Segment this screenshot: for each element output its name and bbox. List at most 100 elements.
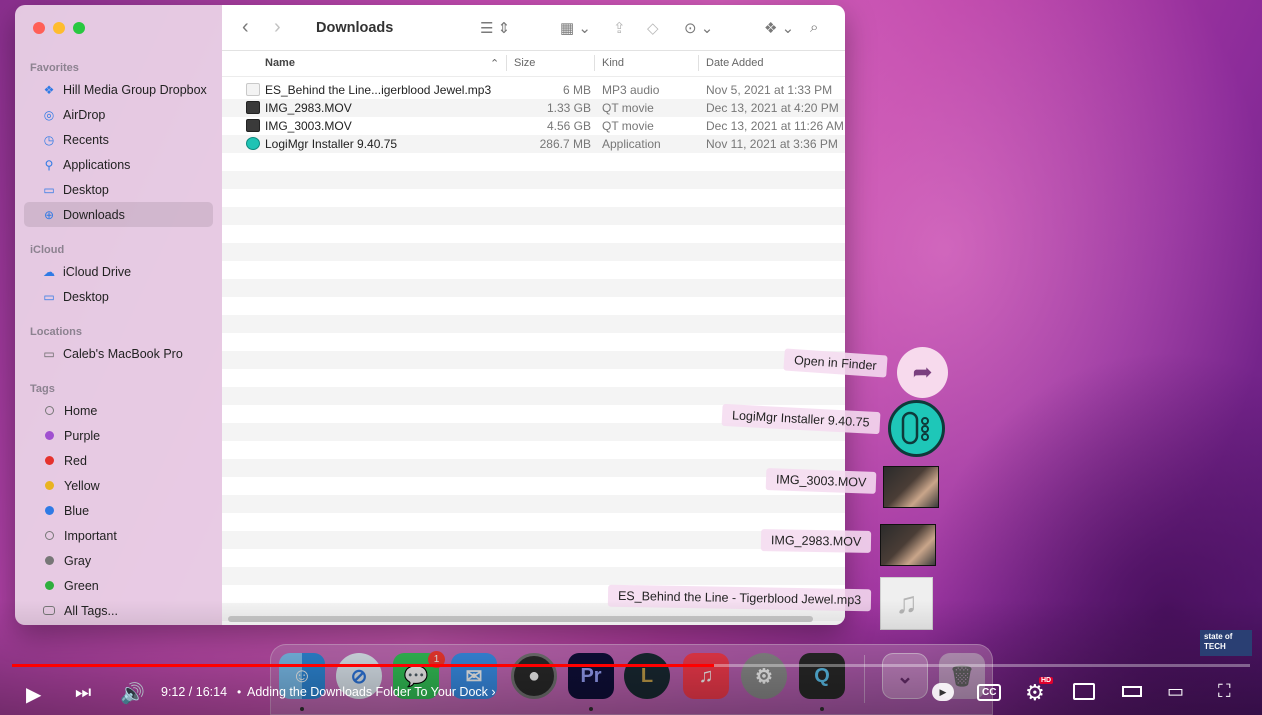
sidebar-item-recents[interactable]: ◷ Recents <box>24 127 213 152</box>
sidebar-tag-important[interactable]: Important <box>24 523 213 548</box>
sidebar-tag-blue[interactable]: Blue <box>24 498 213 523</box>
horizontal-scrollbar[interactable] <box>228 616 813 622</box>
sidebar-tag-purple[interactable]: Purple <box>24 423 213 448</box>
stack-item-label[interactable]: ES_Behind the Line - Tigerblood Jewel.mp… <box>607 584 872 612</box>
window-title: Downloads <box>316 19 394 36</box>
file-size: 286.7 MB <box>539 137 591 151</box>
chapter-title[interactable]: Adding the Downloads Folder To Your Dock… <box>247 685 496 699</box>
sidebar-item-icloud-drive[interactable]: ☁ iCloud Drive <box>24 259 213 284</box>
cast-icon[interactable]: ▭ <box>1167 681 1184 702</box>
app-icon <box>246 137 260 150</box>
video-thumbnail-icon[interactable] <box>880 524 936 566</box>
close-button[interactable] <box>33 22 45 34</box>
sidebar-item-label: Recents <box>63 132 109 147</box>
stack-item-label[interactable]: IMG_2983.MOV <box>760 529 872 553</box>
sidebar-tag-home[interactable]: Home <box>24 398 213 423</box>
file-date: Nov 5, 2021 at 1:33 PM <box>706 83 833 97</box>
sidebar-tag-green[interactable]: Green <box>24 573 213 598</box>
play-icon[interactable]: ▶ <box>26 682 41 707</box>
open-in-finder-arrow-icon[interactable]: ➦ <box>897 347 948 398</box>
sort-ascending-icon[interactable]: ⌃ <box>490 57 499 70</box>
empty-row <box>222 171 845 189</box>
back-arrow-icon[interactable]: ‹ <box>242 16 274 39</box>
desktop-icon: ▭ <box>43 182 55 197</box>
sidebar-item-label: Downloads <box>63 207 125 222</box>
list-view-icon[interactable]: ☰ ⇕ <box>480 19 510 37</box>
sidebar-item-label: Hill Media Group Dropbox <box>63 82 207 97</box>
table-row[interactable]: LogiMgr Installer 9.40.75 286.7 MB Applica… <box>222 135 845 153</box>
logic-pro-icon[interactable]: ● <box>511 653 557 699</box>
search-icon[interactable]: ⌕ <box>810 19 818 36</box>
tag-dot-icon <box>45 431 54 440</box>
file-list: ES_Behind the Line...igerblood Jewel.mp3… <box>222 81 845 621</box>
group-by-icon[interactable]: ▦ ⌄ <box>560 19 591 37</box>
system-preferences-icon[interactable]: ⚙ <box>741 653 787 699</box>
next-video-icon[interactable]: ⏭ <box>75 682 91 703</box>
file-name: IMG_3003.MOV <box>265 119 352 133</box>
video-progress-bar[interactable] <box>12 664 1250 667</box>
sidebar-tag-label: Important <box>64 528 117 543</box>
column-kind[interactable]: Kind <box>602 57 624 69</box>
cloud-icon: ☁ <box>43 264 55 279</box>
table-row[interactable]: IMG_3003.MOV 4.56 GB QT movie Dec 13, 2021 … <box>222 117 845 135</box>
league-of-legends-icon[interactable]: L <box>624 653 670 699</box>
empty-row <box>222 513 845 531</box>
sidebar-section-tags: Tags <box>30 383 55 395</box>
sidebar-item-applications[interactable]: ⚲ Applications <box>24 152 213 177</box>
file-date: Dec 13, 2021 at 4:20 PM <box>706 101 839 115</box>
empty-row <box>222 243 845 261</box>
empty-row <box>222 153 845 171</box>
sidebar-item-label: Caleb's MacBook Pro <box>63 346 183 361</box>
premiere-pro-icon[interactable]: Pr <box>568 653 614 699</box>
zoom-button[interactable] <box>73 22 85 34</box>
captions-button[interactable]: CC <box>977 684 1002 701</box>
sidebar-tag-label: Blue <box>64 503 90 518</box>
sidebar-section-favorites: Favorites <box>30 62 79 74</box>
tag-dot-icon <box>45 581 54 590</box>
more-actions-icon[interactable]: ⊙ ⌄ <box>684 19 713 37</box>
movie-file-icon <box>246 119 260 132</box>
sidebar-item-hill-media-group-dropbox[interactable]: ❖ Hill Media Group Dropbox <box>24 77 213 102</box>
locations-list: ▭ Caleb's MacBook Pro <box>15 341 222 366</box>
miniplayer-icon[interactable] <box>1073 683 1095 700</box>
column-name[interactable]: Name <box>265 57 295 69</box>
channel-watermark: state of TECH <box>1200 630 1252 656</box>
table-row[interactable]: IMG_2983.MOV 1.33 GB QT movie Dec 13, 2021 … <box>222 99 845 117</box>
file-name: ES_Behind the Line...igerblood Jewel.mp3 <box>265 83 492 97</box>
airdrop-icon: ◎ <box>43 107 55 122</box>
tag-icon[interactable]: ◇ <box>647 19 659 37</box>
sidebar-tag-label: Yellow <box>64 478 100 493</box>
sidebar-item-airdrop[interactable]: ◎ AirDrop <box>24 102 213 127</box>
music-icon[interactable]: ♫ <box>683 653 729 699</box>
empty-row <box>222 387 845 405</box>
share-icon[interactable]: ⇪ <box>613 19 626 37</box>
music-file-icon[interactable]: ♫ <box>880 577 933 630</box>
fullscreen-icon[interactable]: ⛶ <box>1218 681 1231 702</box>
quicktime-icon[interactable]: Q <box>799 653 845 699</box>
column-size[interactable]: Size <box>514 57 535 69</box>
video-thumbnail-icon[interactable] <box>883 466 939 508</box>
audio-file-icon <box>246 83 260 96</box>
stack-item-label[interactable]: IMG_3003.MOV <box>765 468 877 494</box>
sidebar-tag-yellow[interactable]: Yellow <box>24 473 213 498</box>
downloads-stack-icon[interactable]: ⌄ <box>882 653 928 699</box>
volume-icon[interactable]: 🔊 <box>120 681 145 706</box>
sidebar-tag-gray[interactable]: Gray <box>24 548 213 573</box>
minimize-button[interactable] <box>53 22 65 34</box>
dropbox-menu-icon[interactable]: ❖ ⌄ <box>764 19 794 37</box>
applications-icon: ⚲ <box>44 157 54 172</box>
table-row[interactable]: ES_Behind the Line...igerblood Jewel.mp3… <box>222 81 845 99</box>
autoplay-toggle[interactable]: ▶ <box>932 683 954 701</box>
forward-arrow-icon[interactable]: › <box>274 16 306 39</box>
column-date-added[interactable]: Date Added <box>706 57 764 69</box>
sidebar-item-desktop[interactable]: ▭ Desktop <box>24 177 213 202</box>
sidebar-item-desktop[interactable]: ▭ Desktop <box>24 284 213 309</box>
theater-mode-icon[interactable] <box>1122 686 1142 697</box>
logitech-installer-icon[interactable] <box>888 400 945 457</box>
sidebar-tag-label: Gray <box>64 553 92 568</box>
sidebar-item-caleb-s-macbook-pro[interactable]: ▭ Caleb's MacBook Pro <box>24 341 213 366</box>
sidebar-tag-all-tags[interactable]: All Tags... <box>24 598 213 623</box>
sidebar-tag-red[interactable]: Red <box>24 448 213 473</box>
empty-row <box>222 333 845 351</box>
sidebar-item-downloads[interactable]: ⊕ Downloads <box>24 202 213 227</box>
